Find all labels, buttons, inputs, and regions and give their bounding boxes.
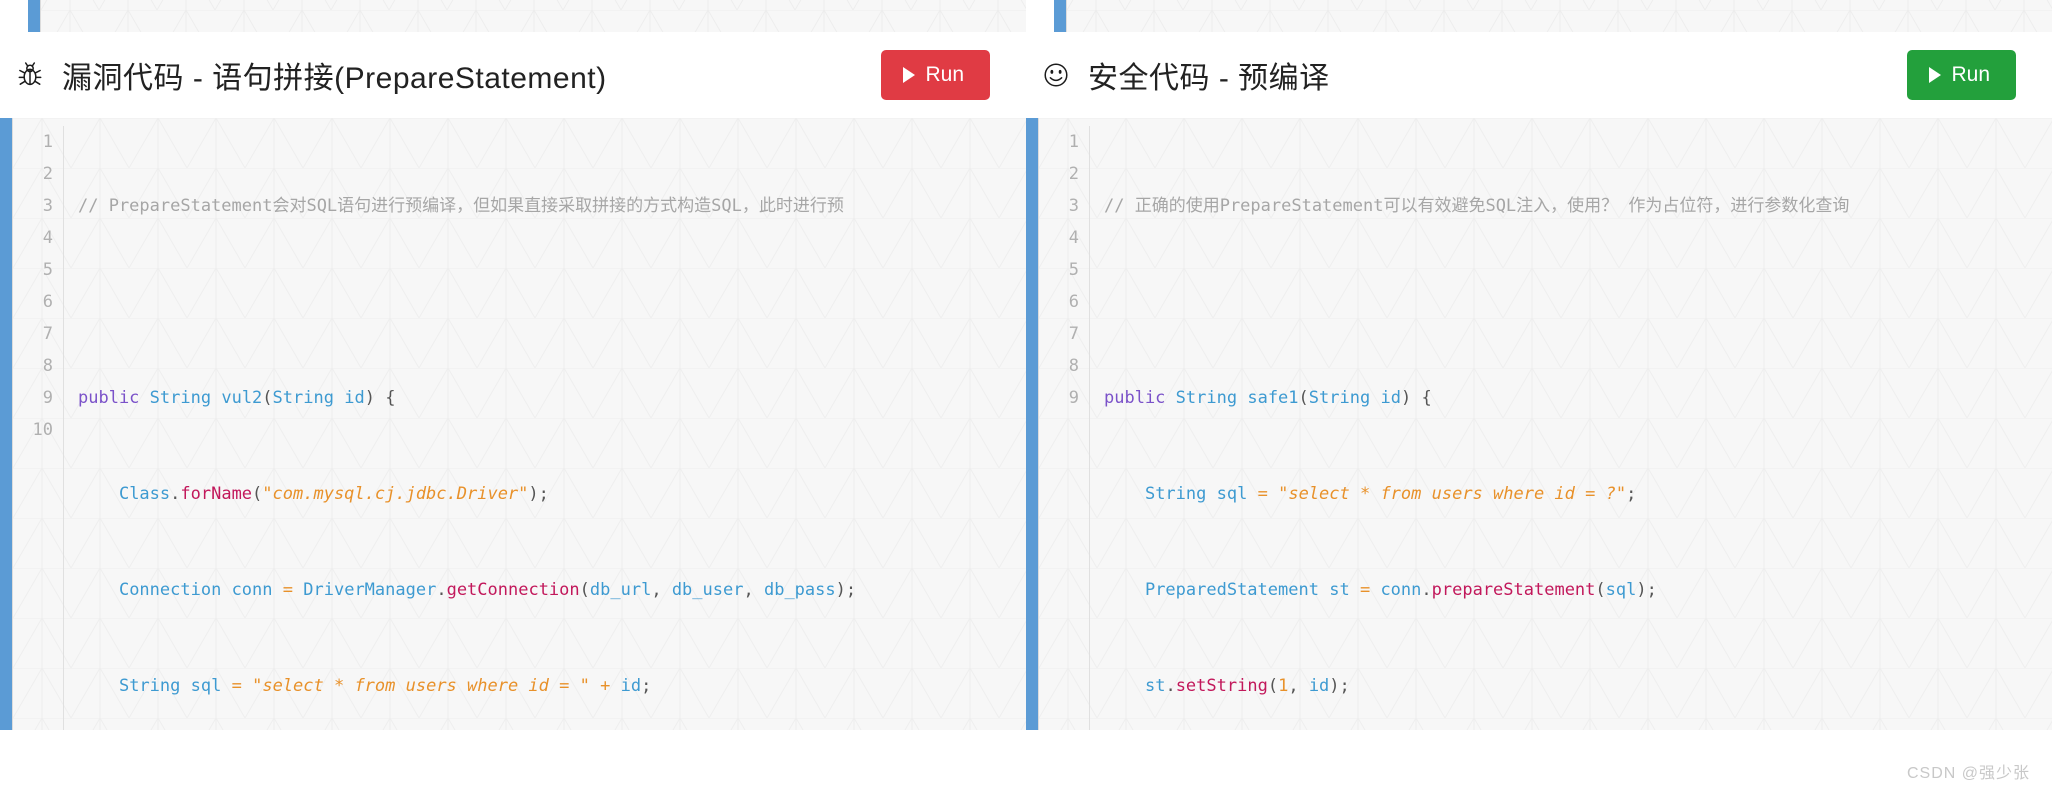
line-number: 8 — [1068, 356, 1079, 376]
top-fragment-right: ◀ ▶ — [1026, 0, 2052, 32]
line-number: 7 — [1068, 324, 1079, 344]
code-line: Class.forName("com.mysql.cj.jdbc.Driver"… — [118, 484, 549, 504]
code-area-safe[interactable]: 1 2 3 4 5 6 7 8 9 // 正确的使用PrepareStateme… — [1039, 118, 2052, 730]
code-line: public String vul2(String id) { — [78, 388, 396, 408]
panel-header-safe: 安全代码 - 预编译 Run — [1026, 32, 2052, 118]
code-line: st.setString(1, id); — [1144, 676, 1350, 696]
line-number-gutter-vulnerable: 1 2 3 4 5 6 7 8 9 10 — [13, 126, 64, 730]
code-comment: // 正确的使用PrepareStatement可以有效避免SQL注入，使用？ … — [1104, 196, 1850, 216]
code-line: PreparedStatement st = conn.prepareState… — [1144, 580, 1657, 600]
code-line: String sql = "select * from users where … — [118, 676, 652, 696]
line-number: 6 — [1068, 292, 1079, 312]
line-number: 2 — [42, 164, 53, 184]
line-number-gutter-safe: 1 2 3 4 5 6 7 8 9 — [1039, 126, 1090, 730]
background-pattern-icon — [1067, 0, 2052, 32]
panel-vulnerable: 漏洞代码 - 语句拼接(PrepareStatement) Run 1 2 3 — [0, 0, 1026, 797]
top-fragment-body-right: ◀ ▶ — [1066, 0, 2052, 32]
panel-title-text: 安全代码 - 预编译 — [1088, 62, 1330, 95]
editor-safe[interactable]: 1 2 3 4 5 6 7 8 9 // 正确的使用PrepareStateme… — [1026, 118, 2052, 730]
line-number: 3 — [1068, 196, 1079, 216]
play-icon — [903, 67, 916, 83]
editor-surface-vulnerable[interactable]: 1 2 3 4 5 6 7 8 9 10 // PrepareStatement… — [12, 118, 1026, 730]
page-root: 漏洞代码 - 语句拼接(PrepareStatement) Run 1 2 3 — [0, 0, 2052, 797]
line-number: 4 — [42, 228, 53, 248]
line-number: 7 — [42, 324, 53, 344]
line-number: 10 — [32, 420, 53, 440]
editor-accent-bar-top-right — [1054, 0, 1066, 32]
code-line: public String safe1(String id) { — [1104, 388, 1432, 408]
panel-header-vulnerable: 漏洞代码 - 语句拼接(PrepareStatement) Run — [0, 32, 1026, 118]
code-area-vulnerable[interactable]: 1 2 3 4 5 6 7 8 9 10 // PrepareStatement… — [13, 118, 1026, 730]
line-number: 8 — [42, 356, 53, 376]
code-line: Connection conn = DriverManager.getConne… — [118, 580, 857, 600]
line-number: 5 — [42, 260, 53, 280]
line-number: 3 — [42, 196, 53, 216]
play-icon — [1929, 67, 1942, 83]
code-lines-vulnerable[interactable]: // PrepareStatement会对SQL语句进行预编译，但如果直接采取拼… — [64, 126, 1026, 730]
code-lines-safe[interactable]: // 正确的使用PrepareStatement可以有效避免SQL注入，使用？ … — [1090, 126, 2052, 730]
code-comment: // PrepareStatement会对SQL语句进行预编译，但如果直接采取拼… — [78, 196, 844, 216]
run-button-label: Run — [1951, 63, 1990, 86]
run-button-label: Run — [925, 63, 964, 86]
panel-title-safe: 安全代码 - 预编译 — [1040, 53, 1330, 97]
top-fragment-left — [0, 0, 1026, 32]
run-button-safe[interactable]: Run — [1907, 50, 2016, 100]
line-number: 1 — [1068, 132, 1079, 152]
background-pattern-icon — [41, 0, 1026, 32]
bug-icon — [14, 59, 46, 91]
editor-accent-bar-right — [1026, 118, 1038, 730]
line-number: 9 — [42, 388, 53, 408]
watermark: CSDN @强少张 — [1906, 765, 2030, 782]
code-line: // PrepareStatement会对SQL语句进行预编译，但如果直接采取拼… — [78, 190, 1026, 222]
editor-surface-safe[interactable]: 1 2 3 4 5 6 7 8 9 // 正确的使用PrepareStateme… — [1038, 118, 2052, 730]
editor-accent-bar-left — [0, 118, 12, 730]
panel-title-vulnerable: 漏洞代码 - 语句拼接(PrepareStatement) — [14, 53, 607, 97]
code-line: String sql = "select * from users where … — [1144, 484, 1637, 504]
panel-title-text: 漏洞代码 - 语句拼接(PrepareStatement) — [62, 62, 607, 95]
line-number: 1 — [42, 132, 53, 152]
editor-vulnerable[interactable]: 1 2 3 4 5 6 7 8 9 10 // PrepareStatement… — [0, 118, 1026, 730]
run-button-vulnerable[interactable]: Run — [881, 50, 990, 100]
editor-accent-bar-top-left — [28, 0, 40, 32]
smiley-icon — [1040, 59, 1072, 91]
line-number: 4 — [1068, 228, 1079, 248]
top-fragment-body-left — [40, 0, 1026, 32]
line-number: 6 — [42, 292, 53, 312]
line-number: 2 — [1068, 164, 1079, 184]
code-line: // 正确的使用PrepareStatement可以有效避免SQL注入，使用？ … — [1104, 190, 2052, 222]
line-number: 5 — [1068, 260, 1079, 280]
panel-safe: ◀ ▶ — [1026, 0, 2052, 797]
line-number: 9 — [1068, 388, 1079, 408]
